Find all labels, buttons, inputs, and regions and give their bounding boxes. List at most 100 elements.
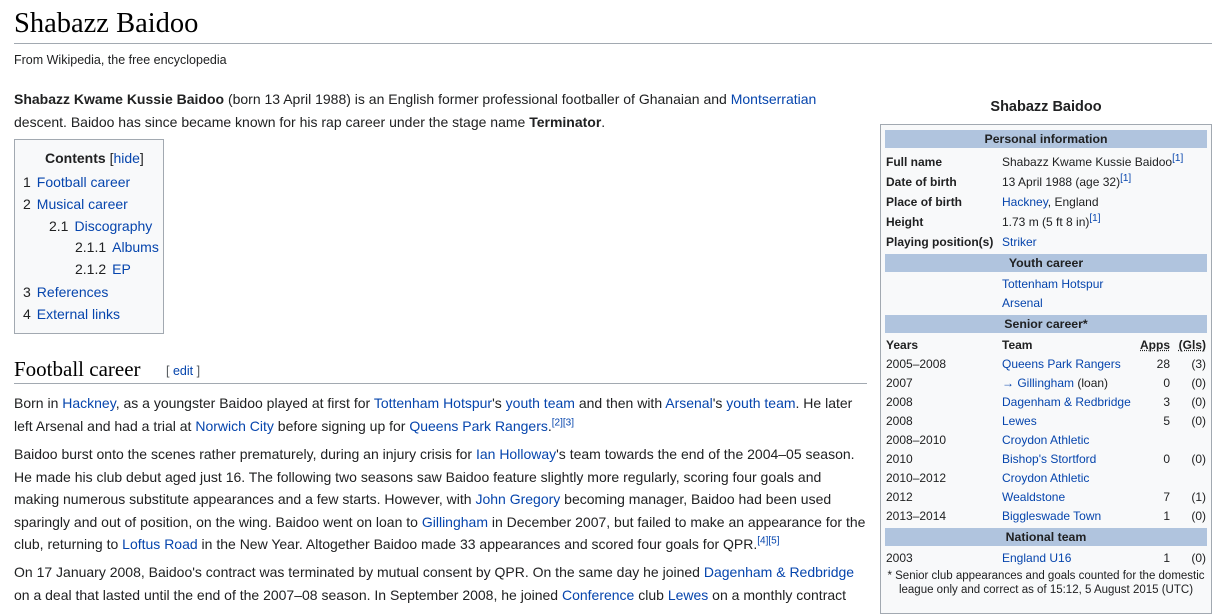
edit-link[interactable]: edit	[173, 364, 193, 378]
lead-text: (born 13 April 1988) is an English forme…	[224, 91, 731, 107]
body-paragraph-3: On 17 January 2008, Baidoo's contract wa…	[14, 561, 869, 606]
career-goals: (3)	[1191, 357, 1206, 371]
infobox-section-senior: Senior career*	[885, 315, 1207, 333]
table-row: 2008–2010 Croydon Athletic	[886, 431, 1208, 449]
body-paragraph-1: Born in Hackney, as a youngster Baidoo p…	[14, 392, 869, 437]
body-text: 's	[712, 395, 727, 411]
career-apps: 3	[1163, 395, 1170, 409]
toc-item-musical-career[interactable]: 2 Musical career	[23, 196, 128, 212]
toc-item-external-links[interactable]: 4 External links	[23, 306, 120, 322]
career-goals: (0)	[1191, 395, 1206, 409]
link-lewes[interactable]: Lewes	[668, 587, 708, 603]
stage-name: Terminator	[529, 113, 602, 130]
infobox-youth-row: Arsenal	[886, 294, 1208, 312]
section-heading-football-career: Football career	[14, 357, 141, 381]
toc-link[interactable]: Musical career	[37, 196, 128, 212]
link-loftus-road[interactable]: Loftus Road	[122, 536, 198, 552]
citation-link[interactable]: [4][5]	[757, 535, 779, 546]
link-queens-park-rangers[interactable]: Queens Park Rangers	[409, 418, 548, 434]
infobox-section-youth: Youth career	[885, 254, 1207, 272]
link-tottenham-hotspur[interactable]: Tottenham Hotspur	[374, 395, 492, 411]
career-team-link[interactable]: Wealdstone	[1002, 488, 1065, 506]
link-ian-holloway[interactable]: Ian Holloway	[476, 446, 556, 462]
career-goals: (0)	[1191, 376, 1206, 390]
lead-paragraph: Shabazz Kwame Kussie Baidoo (born 13 Apr…	[14, 88, 869, 133]
table-row: 2008 Dagenham & Redbridge 3 (0)	[886, 393, 1208, 411]
page-title: Shabazz Baidoo	[14, 8, 199, 39]
column-header-goals: (Gls)	[1178, 338, 1206, 352]
table-of-contents: Contents [hide] 1 Football career 2 Musica…	[14, 139, 164, 334]
career-team-link[interactable]: Croydon Athletic	[1002, 469, 1089, 487]
link-arsenal[interactable]: Arsenal	[665, 395, 712, 411]
infobox-row-full-name: Full name Shabazz Kwame Kussie Baidoo[1]	[886, 153, 1208, 171]
infobox-value: Shabazz Kwame Kussie Baidoo	[1002, 155, 1173, 169]
lead-text: .	[601, 113, 606, 130]
body-text: and then with	[574, 395, 666, 411]
career-team-link[interactable]: England U16	[1002, 549, 1071, 567]
career-apps: 5	[1163, 414, 1170, 428]
link-striker[interactable]: Striker	[1002, 235, 1037, 249]
infobox-title: Shabazz Baidoo	[990, 99, 1102, 115]
infobox-label: Date of birth	[886, 175, 957, 189]
section-divider	[14, 383, 867, 384]
career-team-link[interactable]: Croydon Athletic	[1002, 431, 1089, 449]
body-text: on a monthly contract	[708, 586, 847, 603]
citation-link[interactable]: [1]	[1089, 213, 1100, 224]
citation-link[interactable]: [1]	[1172, 153, 1183, 164]
toc-number: 1	[23, 174, 31, 190]
career-team-link[interactable]: → Gillingham	[1002, 376, 1074, 390]
career-apps: 1	[1163, 509, 1170, 523]
toc-item-ep[interactable]: 2.1.2 EP	[75, 261, 131, 277]
career-goals: (0)	[1191, 414, 1206, 428]
link-tottenham-hotspur[interactable]: Tottenham Hotspur	[1002, 275, 1103, 293]
table-row: 2012 Wealdstone 7 (1)	[886, 488, 1208, 506]
infobox-section-personal: Personal information	[885, 130, 1207, 148]
body-paragraph-2: Baidoo burst onto the scenes rather prem…	[14, 443, 869, 556]
toc-link[interactable]: References	[37, 284, 109, 300]
table-row: 2010 Bishop's Stortford 0 (0)	[886, 450, 1208, 468]
toc-item-football-career[interactable]: 1 Football career	[23, 174, 130, 190]
site-tagline: From Wikipedia, the free encyclopedia	[14, 53, 227, 67]
infobox-label: Full name	[886, 155, 943, 169]
body-text: on a deal that lasted until the end of t…	[14, 586, 562, 603]
career-years: 2012	[886, 490, 913, 504]
toc-link[interactable]: EP	[112, 261, 131, 277]
link-arsenal[interactable]: Arsenal	[1002, 294, 1043, 312]
link-youth-team[interactable]: youth team	[506, 395, 575, 411]
career-team-link[interactable]: Lewes	[1002, 412, 1037, 430]
body-text: On 17 January 2008, Baidoo's contract wa…	[14, 564, 704, 580]
career-team-link[interactable]: Biggleswade Town	[1002, 507, 1101, 525]
link-norwich-city[interactable]: Norwich City	[195, 418, 274, 434]
link-gillingham[interactable]: Gillingham	[422, 514, 488, 530]
toc-item-references[interactable]: 3 References	[23, 284, 108, 300]
link-hackney[interactable]: Hackney	[1002, 195, 1048, 209]
toc-number: 3	[23, 284, 31, 300]
toc-hide-toggle[interactable]: hide	[113, 150, 139, 166]
citation-link[interactable]: [1]	[1120, 173, 1131, 184]
body-text: Born in	[14, 395, 63, 411]
infobox-row-height: Height 1.73 m (5 ft 8 in)[1]	[886, 213, 1208, 231]
link-montserratian[interactable]: Montserratian	[731, 91, 817, 107]
infobox-label: Height	[886, 215, 924, 229]
toc-link[interactable]: Football career	[37, 174, 130, 190]
toc-link[interactable]: Albums	[112, 239, 159, 255]
career-years: 2003	[886, 551, 913, 565]
link-conference[interactable]: Conference	[562, 587, 634, 603]
career-apps: 0	[1163, 452, 1170, 466]
link-john-gregory[interactable]: John Gregory	[475, 491, 560, 507]
career-goals: (0)	[1191, 452, 1206, 466]
toc-item-albums[interactable]: 2.1.1 Albums	[75, 239, 159, 255]
citation-link[interactable]: [2][3]	[552, 417, 574, 428]
link-youth-team[interactable]: youth team	[726, 395, 795, 411]
toc-item-discography[interactable]: 2.1 Discography	[49, 218, 152, 234]
subject-name: Shabazz Kwame Kussie Baidoo	[14, 91, 225, 107]
link-dagenham-redbridge[interactable]: Dagenham & Redbridge	[704, 564, 854, 580]
career-team-link[interactable]: Queens Park Rangers	[1002, 355, 1121, 373]
career-team-link[interactable]: Bishop's Stortford	[1002, 450, 1096, 468]
toc-number: 2	[23, 196, 31, 212]
table-row: 2008 Lewes 5 (0)	[886, 412, 1208, 430]
link-hackney[interactable]: Hackney	[62, 395, 115, 411]
toc-link[interactable]: Discography	[74, 218, 152, 234]
toc-link[interactable]: External links	[37, 306, 120, 322]
toc-number: 2.1.2	[75, 261, 107, 277]
